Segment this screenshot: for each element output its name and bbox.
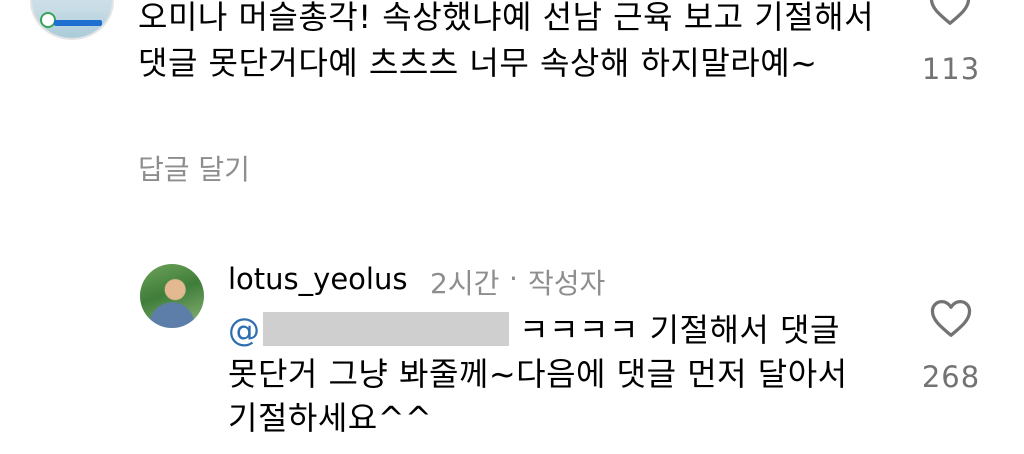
username[interactable]: lotus_yeolus — [228, 262, 407, 296]
timestamp: 2시간 — [430, 267, 500, 300]
redacted-mention — [262, 312, 509, 346]
avatar[interactable] — [140, 264, 204, 328]
reply-text: @ ㅋㅋㅋㅋ 기절해서 댓글 못단거 그냥 봐줄께~다음에 댓글 먼저 달아서 … — [228, 308, 878, 440]
heart-icon[interactable] — [928, 0, 972, 26]
reply-text-line1: ㅋㅋㅋㅋ 기절해서 댓글 — [519, 311, 840, 349]
like-count: 113 — [921, 52, 981, 86]
heart-icon[interactable] — [929, 298, 973, 338]
comment-text: 오미나 머슬총각! 속상했냐예 선남 근육 보고 기절해서 댓글 못단거다예 츠… — [138, 0, 875, 82]
mention-link[interactable]: @ — [228, 311, 261, 349]
like-count: 268 — [921, 360, 981, 394]
author-badge: 작성자 — [528, 267, 606, 300]
reply-button[interactable]: 답글 달기 — [138, 148, 250, 188]
reply-text-rest: 못단거 그냥 봐줄께~다음에 댓글 먼저 달아서 기절하세요^^ — [228, 355, 848, 437]
avatar[interactable] — [30, 0, 114, 40]
avatar-banner — [54, 20, 102, 26]
meta-separator: · — [509, 262, 518, 295]
